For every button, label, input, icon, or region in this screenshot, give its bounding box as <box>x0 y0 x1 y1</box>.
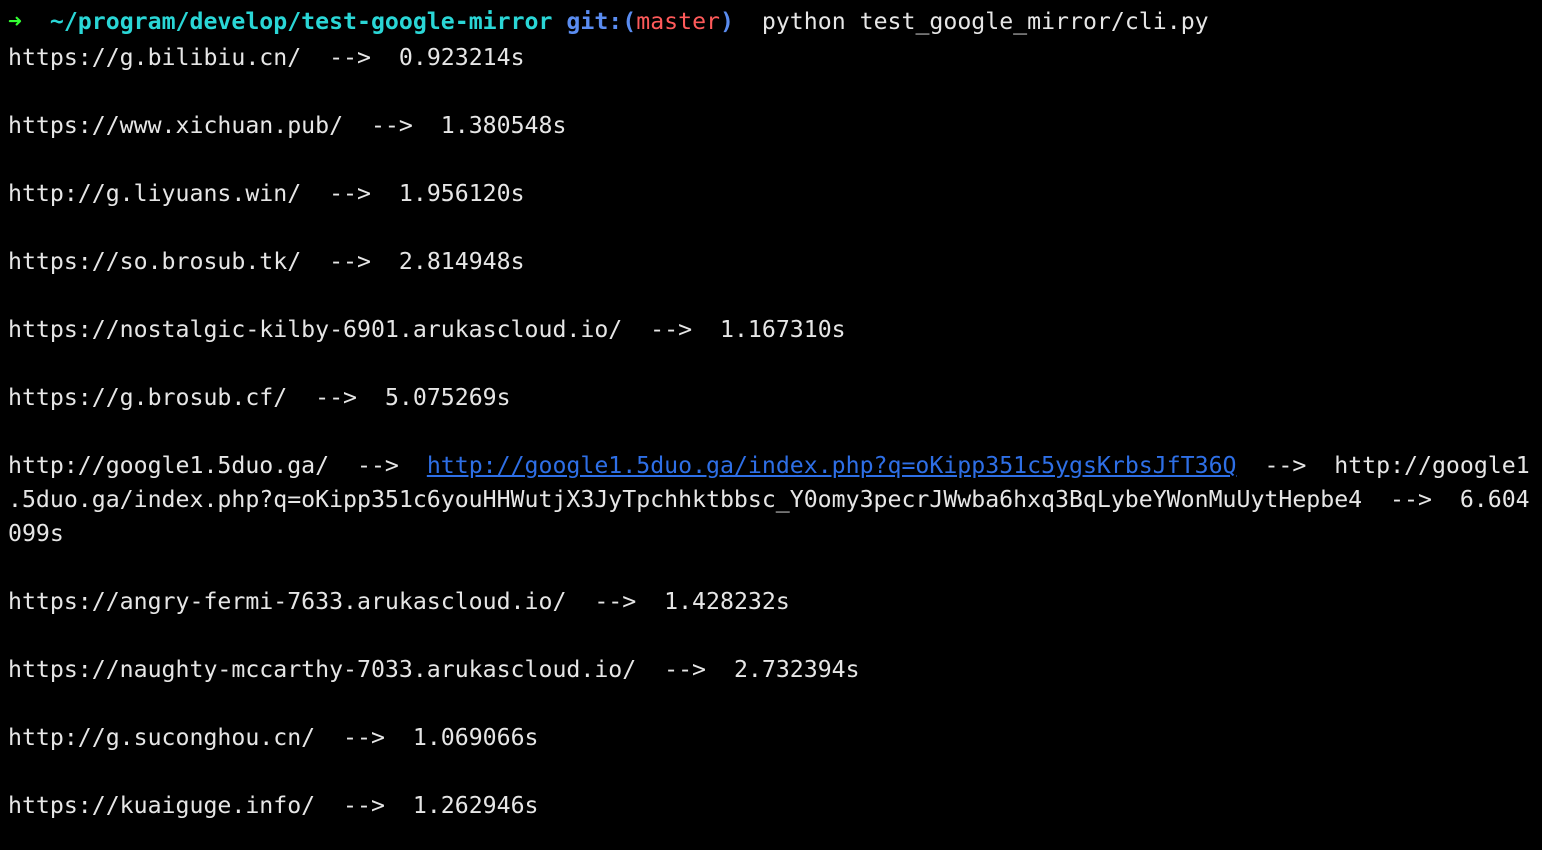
result-line: https://naughty-mccarthy-7033.arukasclou… <box>8 653 1536 687</box>
result-url: https://g.bilibiu.cn/ <box>8 44 302 71</box>
redirect-line-wrap: .5duo.ga/index.php?q=oKipp351c6youHHWutj… <box>8 486 1530 513</box>
result-time: 1.428232s <box>664 588 790 615</box>
result-separator: --> <box>343 792 385 819</box>
result-time: 1.380548s <box>440 112 567 139</box>
result-url: https://nostalgic-kilby-6901.arukascloud… <box>8 316 623 343</box>
git-label-close: ) <box>720 8 734 35</box>
result-line: https://www.xichuan.pub/ --> 1.380548s <box>8 109 1536 143</box>
redirect-separator-2: --> <box>1264 452 1307 479</box>
result-line: https://g.brosub.cf/ --> 5.075269s <box>8 381 1536 415</box>
result-time: 5.075269s <box>384 384 511 411</box>
result-url: https://angry-fermi-7633.arukascloud.io/ <box>8 588 567 615</box>
result-time: 1.167310s <box>719 316 846 343</box>
result-line: https://g.bilibiu.cn/ --> 0.923214s <box>8 41 1536 75</box>
result-time: 1.262946s <box>412 792 539 819</box>
result-line: https://nostalgic-kilby-6901.arukascloud… <box>8 313 1536 347</box>
result-time: 1.956120s <box>398 180 525 207</box>
result-time: 2.814948s <box>398 248 525 275</box>
result-separator: --> <box>315 384 358 411</box>
prompt-arrow-icon: ➜ <box>8 8 22 35</box>
result-separator: --> <box>664 656 707 683</box>
result-line: https://so.brosub.tk/ --> 2.814948s <box>8 245 1536 279</box>
git-label: git:( <box>566 8 637 35</box>
result-time: 0.923214s <box>398 44 525 71</box>
redirect-separator: --> <box>357 452 399 479</box>
result-line: http://g.liyuans.win/ --> 1.956120s <box>8 177 1536 211</box>
result-url: http://g.liyuans.win/ <box>8 180 302 207</box>
result-url: https://www.xichuan.pub/ <box>8 112 344 139</box>
result-time: 1.069066s <box>412 724 539 751</box>
cwd-path: ~/program/develop/test-google-mirror <box>49 8 553 35</box>
result-separator: --> <box>329 248 371 275</box>
prompt-line: ➜ ~/program/develop/test-google-mirror g… <box>8 3 1536 41</box>
redirect-url: http://google1.5duo.ga/ <box>8 452 330 479</box>
redirect-line: http://google1.5duo.ga/ --> http://googl… <box>8 449 1536 483</box>
result-separator: --> <box>329 44 371 71</box>
result-url: https://kuaiguge.info/ <box>8 792 316 819</box>
result-separator: --> <box>650 316 693 343</box>
command-text: python test_google_mirror/cli.py <box>761 8 1209 35</box>
result-separator: --> <box>370 112 413 139</box>
git-branch: master <box>636 8 720 35</box>
result-url: http://g.suconghou.cn/ <box>8 724 316 751</box>
result-separator: --> <box>594 588 637 615</box>
redirect-target-part1: http://google1 <box>1334 452 1530 479</box>
redirect-line-wrap-end: 099s <box>8 520 64 547</box>
result-time: 2.732394s <box>733 656 860 683</box>
result-url: https://naughty-mccarthy-7033.arukasclou… <box>8 656 637 683</box>
result-line: https://kuaiguge.info/ --> 1.262946s <box>8 789 1536 823</box>
result-url: https://so.brosub.tk/ <box>8 248 302 275</box>
result-line: http://g.suconghou.cn/ --> 1.069066s <box>8 721 1536 755</box>
result-separator: --> <box>343 724 385 751</box>
result-line: https://angry-fermi-7633.arukascloud.io/… <box>8 585 1536 619</box>
result-separator: --> <box>329 180 371 207</box>
terminal-output: ➜ ~/program/develop/test-google-mirror g… <box>8 3 1536 823</box>
result-url: https://g.brosub.cf/ <box>8 384 288 411</box>
redirect-link[interactable]: http://google1.5duo.ga/index.php?q=oKipp… <box>427 452 1237 479</box>
